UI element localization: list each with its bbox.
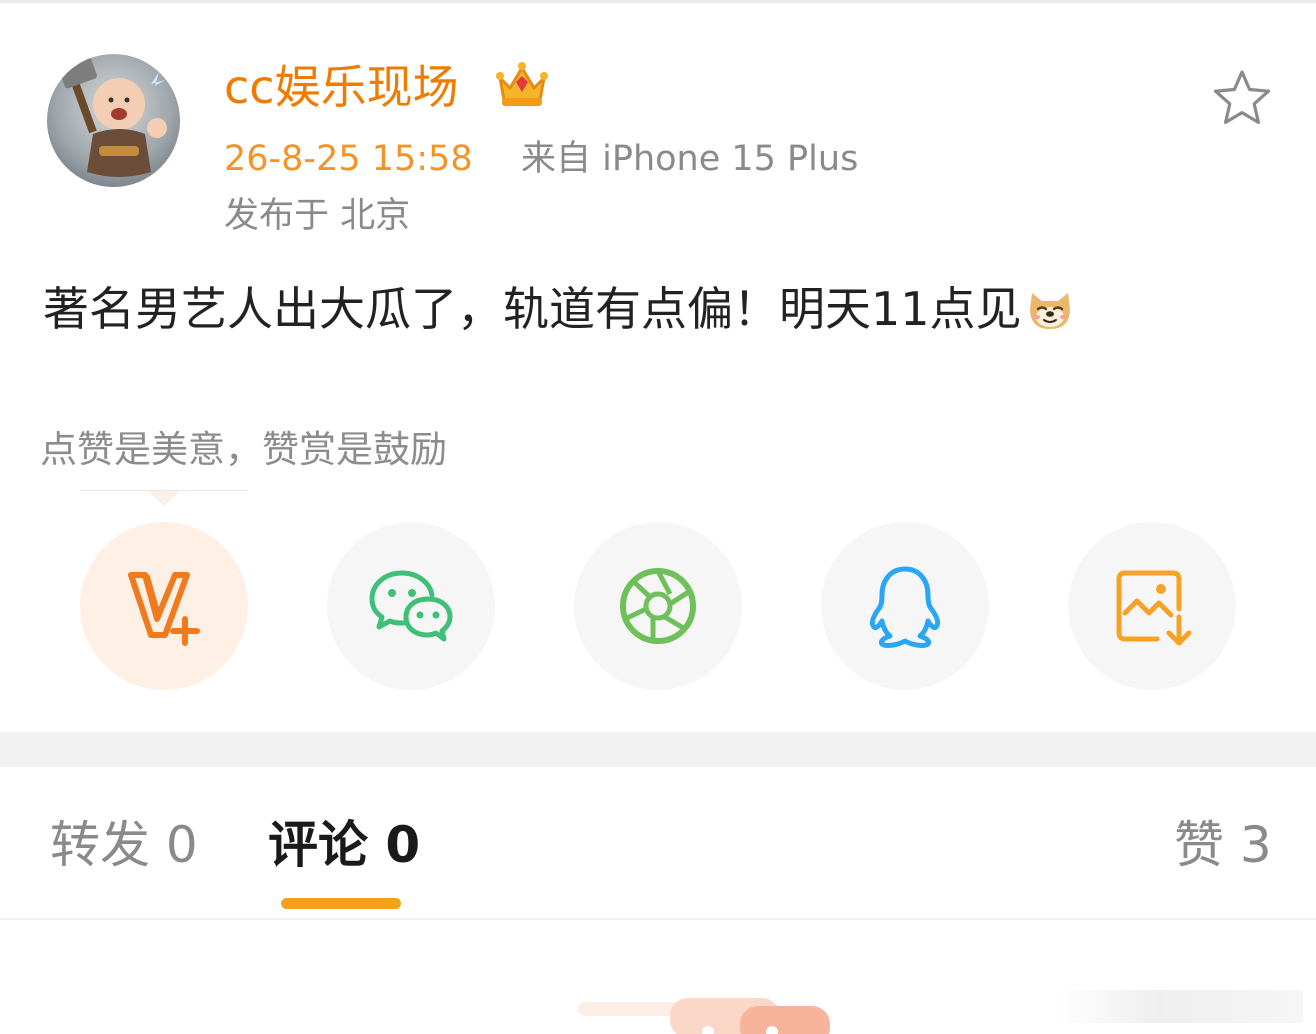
qq-penguin-icon (869, 566, 941, 648)
baby-thor-avatar (59, 57, 167, 177)
section-divider (0, 732, 1316, 767)
post-location: 发布于 北京 (224, 196, 411, 236)
save-image-button[interactable] (1068, 522, 1236, 690)
tab-repost[interactable]: 转发 0 (50, 810, 198, 880)
post-text-content: 著名男艺人出大瓜了，轨道有点偏！明天11点见 (43, 282, 1022, 336)
empty-comments-illustration (578, 998, 830, 1034)
doge-emoji-icon (1029, 293, 1070, 329)
username[interactable]: cc娱乐现场 (224, 55, 459, 119)
tab-comments[interactable]: 评论 0 (268, 810, 420, 880)
tab-likes[interactable]: 赞 3 (1174, 810, 1272, 880)
faint-placeholder-bar (1058, 990, 1303, 1023)
tooltip-arrow (148, 491, 180, 506)
wechat-icon (369, 570, 453, 642)
star-icon[interactable] (1210, 66, 1274, 130)
moments-aperture-icon (620, 568, 696, 644)
v-plus-icon (128, 572, 200, 646)
moments-share-button[interactable] (574, 522, 742, 690)
vplus-button[interactable] (80, 522, 248, 690)
tabs-divider (0, 918, 1316, 920)
wechat-share-button[interactable] (327, 522, 495, 690)
reward-hint: 点赞是美意，赞赏是鼓励 (40, 428, 447, 471)
post-text: 著名男艺人出大瓜了，轨道有点偏！明天11点见 (43, 278, 1076, 340)
post-time: 26-8-25 15:58 (224, 139, 473, 179)
crown-icon (496, 62, 548, 106)
avatar[interactable] (47, 54, 180, 187)
qq-share-button[interactable] (821, 522, 989, 690)
top-border (0, 0, 1316, 3)
active-tab-indicator (281, 898, 401, 909)
save-image-icon (1116, 570, 1192, 646)
post-source: 来自 iPhone 15 Plus (521, 139, 859, 179)
